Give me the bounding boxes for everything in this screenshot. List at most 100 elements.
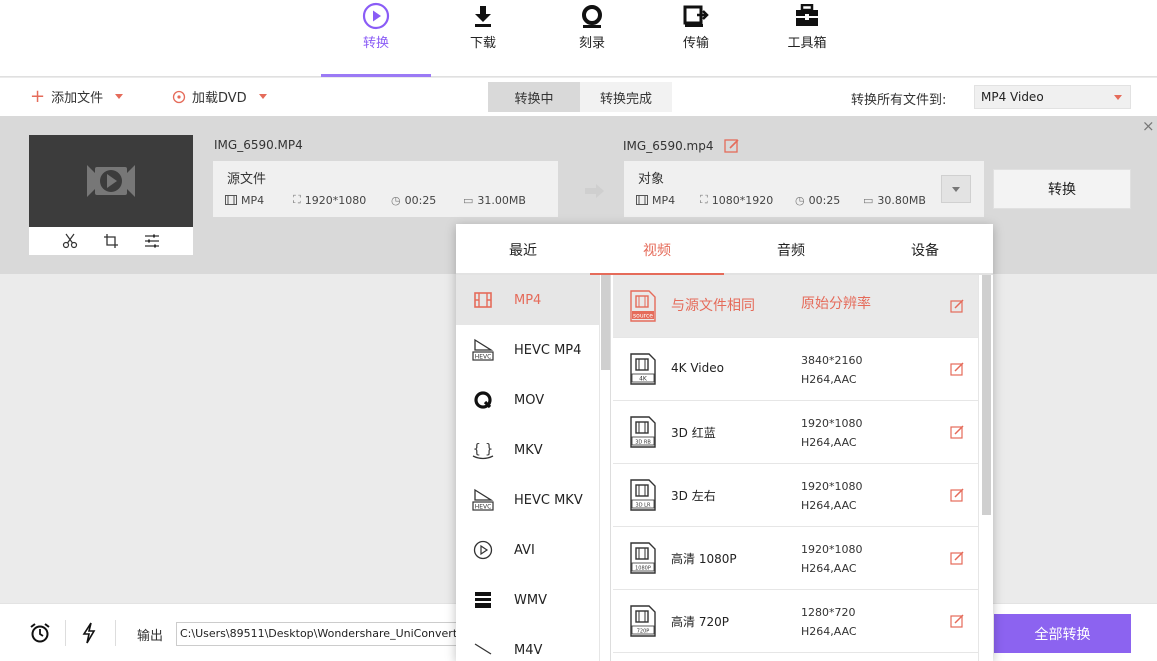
convert-all-button[interactable]: 全部转换	[994, 614, 1131, 653]
nav-label: 下载	[469, 36, 496, 51]
folder-icon: ▭	[463, 193, 474, 207]
divider	[115, 620, 116, 646]
folder-icon: ▭	[863, 193, 874, 207]
edit-preset-icon[interactable]	[950, 425, 964, 439]
edit-preset-icon[interactable]	[950, 299, 964, 313]
nav-active-underline	[321, 74, 431, 77]
target-info: 对象 MP4 ⛶ 1080*1920 ◷ 00:25 ▭ 30.80MB	[624, 161, 984, 217]
source-size: ▭ 31.00MB	[463, 194, 526, 207]
scrollbar-thumb[interactable]	[601, 275, 610, 370]
toolbar: + 添加文件 加载DVD 转换中 转换完成 转换所有文件到: MP4 Video	[0, 78, 1157, 116]
load-dvd-label: 加载DVD	[192, 91, 247, 106]
close-icon[interactable]: ×	[1142, 117, 1155, 135]
nav-tab-convert[interactable]: 转换	[321, 0, 431, 77]
hevc-icon: HEVC	[471, 488, 495, 512]
format-item-mp4[interactable]: MP4	[456, 275, 599, 325]
target-file-name: IMG_6590.mp4	[623, 139, 714, 153]
target-title: 对象	[638, 172, 665, 187]
preset-resolution: 1920*1080	[801, 417, 863, 430]
nav-tab-download[interactable]: 下载	[428, 0, 538, 77]
svg-text:720P: 720P	[637, 629, 650, 635]
source-duration-value: 00:25	[404, 193, 437, 207]
tab-converting[interactable]: 转换中	[488, 82, 580, 112]
format-item-wmv[interactable]: WMV	[456, 575, 599, 625]
preset-source[interactable]: source 与源文件相同 原始分辨率	[613, 275, 978, 338]
source-resolution: ⛶ 1920*1080	[293, 193, 391, 207]
arrow-right-icon	[585, 184, 604, 198]
source-info: 源文件 MP4 ⛶ 1920*1080 ◷ 00:25 ▭ 31.00MB	[213, 161, 558, 217]
tab-audio[interactable]: 音频	[724, 240, 858, 260]
convert-all-to-label: 转换所有文件到:	[851, 93, 947, 108]
film-icon	[636, 195, 648, 205]
preset-list: source 与源文件相同 原始分辨率 4K 4K Video 3840*216…	[613, 275, 978, 661]
preset-list-scrollbar[interactable]	[978, 275, 993, 661]
download-icon	[428, 2, 538, 30]
preset-resolution: 1920*1080	[801, 480, 863, 493]
add-files-label: 添加文件	[51, 91, 104, 106]
preset-hd-1080p[interactable]: 1080P 高清 1080P 1920*1080 H264,AAC	[613, 527, 978, 590]
convert-button[interactable]: 转换	[993, 169, 1131, 209]
format-label: HEVC MP4	[514, 342, 582, 358]
tab-video[interactable]: 视频	[590, 240, 724, 260]
svg-text:1080P: 1080P	[635, 566, 651, 572]
output-path-field[interactable]: C:\Users\89511\Desktop\Wondershare_UniCo…	[176, 622, 476, 646]
format-list: MP4 HEVC HEVC MP4 MOV { } MKV HEVC HEVC …	[456, 275, 599, 661]
edit-name-icon[interactable]	[723, 138, 740, 154]
edit-preset-icon[interactable]	[950, 551, 964, 565]
scrollbar-thumb[interactable]	[982, 275, 991, 515]
output-format-select[interactable]: MP4 Video	[974, 85, 1131, 109]
preset-codec: H264,AAC	[801, 373, 857, 386]
preset-3d-left-right[interactable]: 3D LR 3D 左右 1920*1080 H264,AAC	[613, 464, 978, 527]
source-duration: ◷ 00:25	[391, 194, 463, 207]
preset-resolution: 1920*1080	[801, 543, 863, 556]
nav-tab-burn[interactable]: 刻录	[537, 0, 647, 77]
lightning-icon[interactable]	[82, 622, 96, 644]
format-item-avi[interactable]: AVI	[456, 525, 599, 575]
edit-preset-icon[interactable]	[950, 488, 964, 502]
format-item-mov[interactable]: MOV	[456, 375, 599, 425]
add-files-button[interactable]: + 添加文件	[30, 87, 124, 106]
svg-text:HEVC: HEVC	[475, 354, 492, 361]
edit-preset-icon[interactable]	[950, 614, 964, 628]
target-duration-value: 00:25	[808, 193, 841, 207]
target-duration: ◷ 00:25	[795, 194, 863, 207]
source-file-icon: source	[630, 290, 656, 322]
load-dvd-button[interactable]: 加载DVD	[172, 87, 267, 106]
tab-recent[interactable]: 最近	[456, 240, 590, 260]
crop-icon[interactable]	[103, 233, 119, 249]
source-title: 源文件	[227, 172, 267, 187]
effects-sliders-icon[interactable]	[144, 233, 160, 249]
preset-4k[interactable]: 4K 4K Video 3840*2160 H264,AAC	[613, 338, 978, 401]
preset-hd-720p[interactable]: 720P 高清 720P 1280*720 H264,AAC	[613, 590, 978, 653]
clock-icon: ◷	[391, 193, 401, 207]
preset-resolution: 1280*720	[801, 606, 856, 619]
svg-text:4K: 4K	[639, 376, 648, 383]
trim-scissors-icon[interactable]	[62, 233, 78, 249]
format-item-hevc-mp4[interactable]: HEVC HEVC MP4	[456, 325, 599, 375]
format-popup: 最近 视频 音频 设备 MP4 HEVC HEVC MP4 MOV { } MK…	[456, 224, 993, 661]
film-icon	[225, 195, 237, 205]
mkv-icon: { }	[471, 438, 495, 462]
output-label: 输出	[137, 629, 164, 644]
video-thumbnail[interactable]	[29, 135, 193, 227]
nav-label: 转换	[362, 36, 389, 51]
video-file-icon: 3D RB	[630, 416, 656, 448]
tab-device[interactable]: 设备	[858, 240, 992, 260]
edit-preset-icon[interactable]	[950, 362, 964, 376]
source-file-name: IMG_6590.MP4	[214, 138, 303, 152]
preset-3d-red-blue[interactable]: 3D RB 3D 红蓝 1920*1080 H264,AAC	[613, 401, 978, 464]
preset-name: 3D 红蓝	[671, 426, 716, 440]
tab-converted[interactable]: 转换完成	[580, 82, 672, 112]
source-format-value: MP4	[241, 193, 265, 207]
thumbnail-toolbar	[29, 227, 193, 255]
nav-tab-transfer[interactable]: 传输	[641, 0, 751, 77]
alarm-clock-icon[interactable]	[29, 622, 51, 644]
format-item-m4v[interactable]: M4V	[456, 625, 599, 661]
nav-label: 工具箱	[787, 36, 827, 51]
format-item-mkv[interactable]: { } MKV	[456, 425, 599, 475]
format-list-scrollbar[interactable]	[599, 275, 611, 661]
nav-tab-toolbox[interactable]: 工具箱	[752, 0, 862, 77]
target-format-dropdown[interactable]	[941, 175, 971, 203]
burn-disc-icon	[537, 2, 647, 30]
format-item-hevc-mkv[interactable]: HEVC HEVC MKV	[456, 475, 599, 525]
